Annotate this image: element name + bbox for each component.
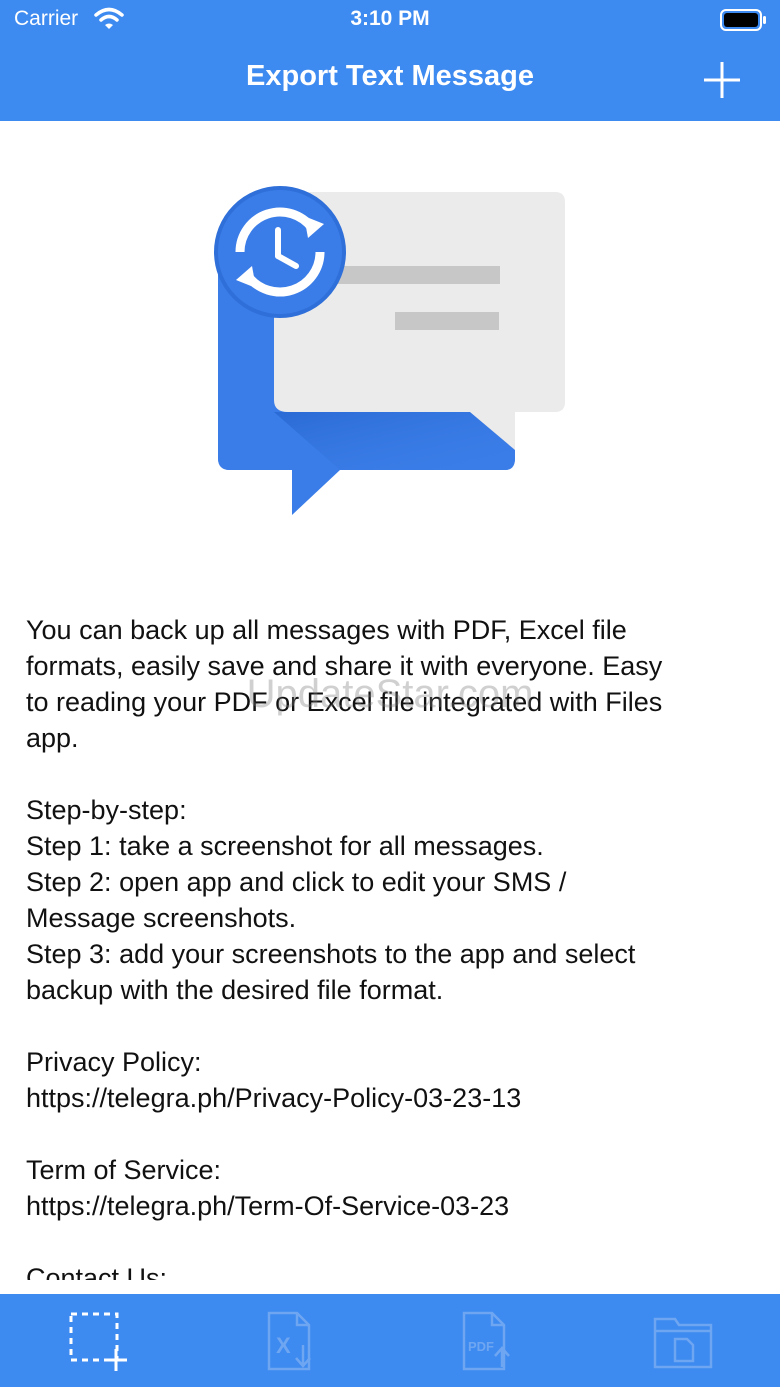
- terms-of-service-label: Term of Service:: [26, 1155, 222, 1185]
- tab-excel-export[interactable]: X: [195, 1294, 390, 1387]
- privacy-policy-label: Privacy Policy:: [26, 1047, 202, 1077]
- navigation-bar: Export Text Message: [0, 40, 780, 121]
- step-line: Message screenshots.: [26, 903, 297, 933]
- battery-icon: [720, 8, 768, 37]
- step-line: Step 1: take a screenshot for all messag…: [26, 831, 544, 861]
- pdf-export-icon: PDF: [462, 1311, 510, 1370]
- intro-line: app.: [26, 723, 79, 753]
- intro-line: You can back up all messages with PDF, E…: [26, 615, 627, 645]
- files-folder-icon: [653, 1317, 712, 1368]
- step-line: Step 2: open app and click to edit your …: [26, 867, 567, 897]
- status-bar: Carrier 3:10 PM: [0, 0, 780, 40]
- intro-line: to reading your PDF or Excel file integr…: [26, 687, 663, 717]
- add-button[interactable]: [700, 58, 744, 102]
- plus-icon: [704, 62, 740, 98]
- description-text: You can back up all messages with PDF, E…: [26, 612, 756, 1280]
- step-line: Step 3: add your screenshots to the app …: [26, 939, 636, 969]
- terms-of-service-link[interactable]: https://telegra.ph/Term-Of-Service-03-23: [26, 1188, 756, 1224]
- step-line: backup with the desired file format.: [26, 975, 444, 1005]
- page-title: Export Text Message: [246, 60, 534, 92]
- tab-bar: X PDF: [0, 1294, 780, 1387]
- contact-us-label: Contact Us:: [26, 1263, 168, 1280]
- status-time: 3:10 PM: [350, 7, 430, 30]
- steps-heading: Step-by-step:: [26, 795, 187, 825]
- excel-export-icon: X: [267, 1311, 311, 1370]
- svg-text:X: X: [276, 1333, 291, 1358]
- tab-files[interactable]: [585, 1294, 780, 1387]
- tab-pdf-export[interactable]: PDF: [390, 1294, 585, 1387]
- app-illustration: [200, 180, 580, 525]
- svg-text:PDF: PDF: [468, 1339, 494, 1354]
- privacy-policy-link[interactable]: https://telegra.ph/Privacy-Policy-03-23-…: [26, 1080, 756, 1116]
- tab-screenshot-select[interactable]: [0, 1294, 195, 1387]
- screenshot-select-icon: [69, 1312, 127, 1371]
- intro-line: formats, easily save and share it with e…: [26, 651, 663, 681]
